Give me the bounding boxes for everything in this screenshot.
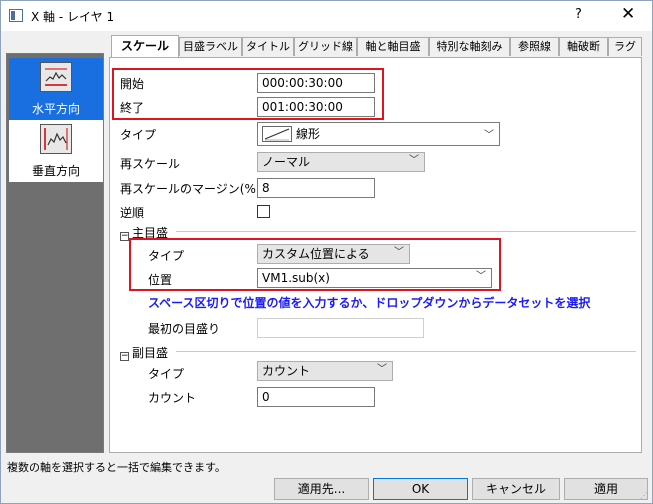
ok-button[interactable]: OK xyxy=(373,478,468,500)
chevron-down-icon: ﹀ xyxy=(484,130,494,141)
minor-type-label: タイプ xyxy=(148,367,185,381)
tab-line-and-ticks[interactable]: 軸と軸目盛 xyxy=(357,37,429,56)
chevron-down-icon: ﹀ xyxy=(409,155,419,166)
scale-type-select[interactable]: 線形 ﹀ xyxy=(257,122,500,146)
rescale-margin-input[interactable]: 8 xyxy=(257,178,375,198)
sidebar-item-label: 水平方向 xyxy=(31,102,80,116)
reverse-checkbox[interactable] xyxy=(257,205,270,218)
title-bar: X 軸 - レイヤ 1 ? ✕ xyxy=(1,1,652,31)
minor-ticks-header[interactable]: − 副目盛 xyxy=(120,344,168,361)
count-label: カウント xyxy=(148,391,197,405)
scale-type-value: 線形 xyxy=(296,127,321,141)
minor-type-select[interactable]: カウント ﹀ xyxy=(257,361,393,381)
sidebar-item-horizontal[interactable]: 水平方向 xyxy=(9,58,103,120)
sidebar-item-label: 垂直方向 xyxy=(31,164,80,178)
first-tick-label: 最初の目盛り xyxy=(148,322,221,336)
tab-title[interactable]: タイトル xyxy=(242,37,294,56)
cancel-button[interactable]: キャンセル xyxy=(472,478,560,500)
collapse-icon: − xyxy=(120,231,129,241)
axis-dialog: X 軸 - レイヤ 1 ? ✕ 水平方向 垂直方向 スケール 目盛ラベル タイト… xyxy=(0,0,653,504)
resize-grip-icon[interactable]: ⋰ xyxy=(640,491,650,501)
first-tick-input[interactable] xyxy=(257,318,424,338)
rescale-value: ノーマル xyxy=(262,155,311,169)
dialog-title: X 軸 - レイヤ 1 xyxy=(31,10,115,24)
tab-reference-lines[interactable]: 参照線 xyxy=(510,37,559,56)
tab-special-ticks[interactable]: 特別な軸刻み xyxy=(429,37,510,56)
tab-scale[interactable]: スケール xyxy=(111,35,179,57)
axis-direction-list: 水平方向 垂直方向 xyxy=(6,53,104,453)
group-divider xyxy=(176,231,636,232)
group-divider xyxy=(176,351,636,352)
highlight-box-major-ticks xyxy=(129,238,501,291)
rescale-label: 再スケール xyxy=(120,157,181,171)
minor-type-value: カウント xyxy=(262,364,311,378)
status-text: 複数の軸を選択すると一括で編集できます。 xyxy=(7,461,226,474)
horizontal-axis-icon xyxy=(40,62,72,92)
sidebar-item-vertical[interactable]: 垂直方向 xyxy=(9,120,103,182)
vertical-axis-icon xyxy=(40,124,72,154)
chevron-down-icon: ﹀ xyxy=(377,364,387,375)
tab-tick-labels[interactable]: 目盛ラベル xyxy=(179,37,242,56)
tab-rug[interactable]: ラグ xyxy=(608,37,642,56)
apply-button[interactable]: 適用 xyxy=(564,478,648,500)
tab-axis-break[interactable]: 軸破断 xyxy=(559,37,608,56)
count-input[interactable]: 0 xyxy=(257,387,375,407)
rescale-margin-label: 再スケールのマージン(%) xyxy=(120,182,261,196)
type-label: タイプ xyxy=(120,128,157,142)
highlight-box-range xyxy=(112,68,384,120)
dialog-icon xyxy=(9,9,23,22)
help-button[interactable]: ? xyxy=(575,7,582,22)
rescale-select[interactable]: ノーマル ﹀ xyxy=(257,152,425,172)
linear-scale-icon xyxy=(262,126,292,147)
tab-grid-lines[interactable]: グリッド線 xyxy=(294,37,357,56)
collapse-icon: − xyxy=(120,351,129,361)
close-button[interactable]: ✕ xyxy=(621,4,635,24)
apply-to-button[interactable]: 適用先... xyxy=(274,478,369,500)
reverse-label: 逆順 xyxy=(120,206,145,220)
position-hint: スペース区切りで位置の値を入力するか、ドロップダウンからデータセットを選択 xyxy=(148,296,591,310)
